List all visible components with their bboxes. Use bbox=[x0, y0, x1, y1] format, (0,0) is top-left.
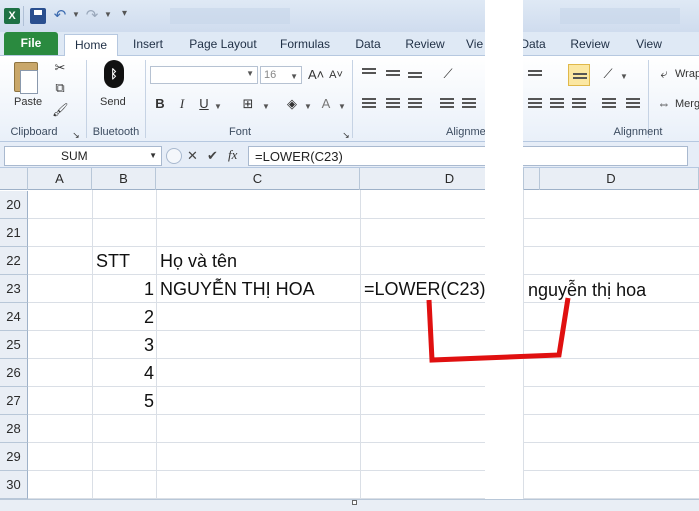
annotation-bracket bbox=[426, 297, 571, 363]
red-bracket-line bbox=[426, 297, 571, 363]
